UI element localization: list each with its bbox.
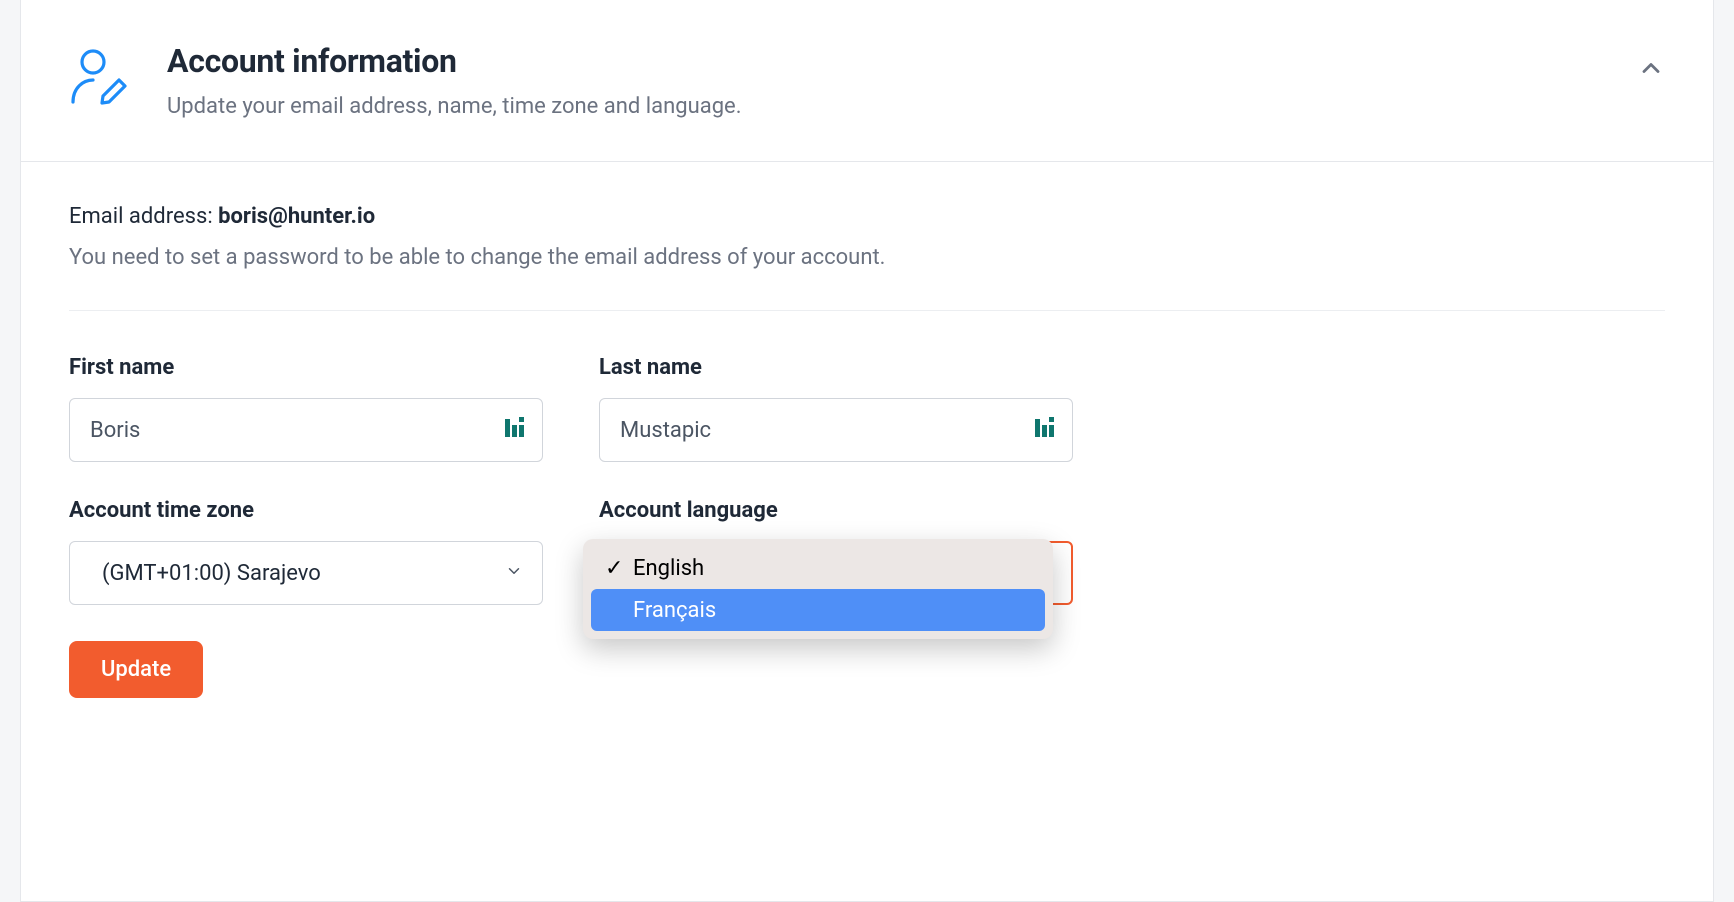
option-label: English xyxy=(633,556,704,581)
first-name-group: First name xyxy=(69,355,543,462)
password-manager-icon[interactable] xyxy=(1035,417,1055,443)
language-label: Account language xyxy=(599,498,1073,523)
email-address-row: Email address: boris@hunter.io xyxy=(69,204,1665,229)
user-edit-icon xyxy=(69,48,131,110)
email-value: boris@hunter.io xyxy=(218,204,375,229)
language-dropdown: ✓ English Français xyxy=(583,539,1053,639)
form-grid: First name Last name xyxy=(69,355,1665,605)
language-option-francais[interactable]: Français xyxy=(591,589,1045,631)
panel-body: Email address: boris@hunter.io You need … xyxy=(21,162,1713,740)
collapse-toggle[interactable] xyxy=(1637,54,1665,86)
email-label: Email address: xyxy=(69,204,218,229)
last-name-label: Last name xyxy=(599,355,1073,380)
update-button[interactable]: Update xyxy=(69,641,203,698)
time-zone-value: (GMT+01:00) Sarajevo xyxy=(102,561,321,586)
chevron-up-icon xyxy=(1637,54,1665,82)
last-name-input[interactable] xyxy=(599,398,1073,462)
language-group: Account language English ✓ English xyxy=(599,498,1073,605)
time-zone-select[interactable]: (GMT+01:00) Sarajevo xyxy=(69,541,543,605)
check-icon: ✓ xyxy=(605,556,633,581)
first-name-label: First name xyxy=(69,355,543,380)
time-zone-group: Account time zone (GMT+01:00) Sarajevo xyxy=(69,498,543,605)
first-name-input[interactable] xyxy=(69,398,543,462)
time-zone-label: Account time zone xyxy=(69,498,543,523)
account-info-panel: Account information Update your email ad… xyxy=(20,0,1714,902)
header-text-block: Account information Update your email ad… xyxy=(167,42,1665,119)
panel-header: Account information Update your email ad… xyxy=(21,0,1713,162)
last-name-group: Last name xyxy=(599,355,1073,462)
option-label: Français xyxy=(633,598,716,623)
email-note: You need to set a password to be able to… xyxy=(69,245,1665,270)
language-option-english[interactable]: ✓ English xyxy=(591,547,1045,589)
panel-subtitle: Update your email address, name, time zo… xyxy=(167,94,1665,119)
panel-title: Account information xyxy=(167,42,1665,80)
section-divider xyxy=(69,310,1665,311)
password-manager-icon[interactable] xyxy=(505,417,525,443)
